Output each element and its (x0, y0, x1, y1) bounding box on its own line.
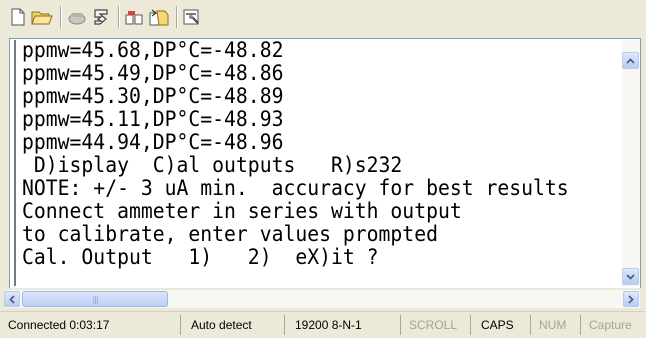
toolbar-separator (60, 6, 61, 28)
terminal-line: ppmw=45.68,DP°C=-48.82 (22, 40, 284, 62)
chevron-up-icon (626, 57, 635, 64)
chevron-left-icon (9, 294, 15, 304)
toolbar-separator (118, 6, 119, 28)
open-folder-icon[interactable] (31, 7, 53, 27)
terminal-line: ppmw=45.30,DP°C=-48.89 (22, 84, 284, 108)
terminal-output[interactable]: ppmw=45.68,DP°C=-48.82 ppmw=45.49,DP°C=-… (14, 40, 621, 286)
receive-icon[interactable] (148, 7, 170, 27)
scroll-left-button[interactable] (4, 291, 20, 307)
status-scroll: SCROLL (400, 315, 470, 335)
horizontal-scrollbar[interactable]: ||| (4, 290, 640, 308)
terminal-line: NOTE: +/- 3 uA min. accuracy for best re… (22, 176, 569, 200)
toolbar-separator (176, 6, 177, 28)
terminal-line: D)isplay C)al outputs R)s232 (22, 153, 403, 177)
terminal-line: to calibrate, enter values prompted (22, 222, 438, 246)
terminal-line: ppmw=45.49,DP°C=-48.86 (22, 61, 284, 85)
status-caps: CAPS (470, 315, 530, 335)
status-port-settings: 19200 8-N-1 (284, 315, 400, 335)
terminal-line: ppmw=45.11,DP°C=-48.93 (22, 107, 284, 131)
status-num: NUM (530, 315, 580, 335)
scroll-down-button[interactable] (622, 268, 639, 285)
horizontal-scroll-thumb[interactable]: ||| (22, 291, 168, 307)
status-connection: Connected 0:03:17 (8, 318, 110, 332)
terminal-line: Connect ammeter in series with output (22, 199, 462, 223)
terminal-line: Cal. Output 1) 2) eX)it ? (22, 245, 379, 269)
vertical-scrollbar[interactable] (622, 40, 640, 286)
send-icon[interactable] (124, 7, 144, 27)
scroll-right-button[interactable] (623, 291, 639, 307)
properties-icon[interactable] (182, 7, 202, 27)
terminal-line: ppmw=44.94,DP°C=-48.96 (22, 130, 284, 154)
connect-icon[interactable] (66, 7, 88, 27)
chevron-right-icon (628, 294, 634, 304)
grip-icon: ||| (92, 294, 98, 304)
status-detect: Auto detect (180, 315, 284, 335)
chevron-down-icon (626, 273, 635, 280)
disconnect-icon[interactable] (92, 7, 110, 27)
status-capture: Capture (580, 315, 646, 335)
status-bar: Connected 0:03:17 Auto detect 19200 8-N-… (0, 311, 646, 338)
toolbar (0, 0, 646, 34)
new-file-icon[interactable] (10, 7, 26, 27)
scroll-up-button[interactable] (622, 52, 639, 69)
